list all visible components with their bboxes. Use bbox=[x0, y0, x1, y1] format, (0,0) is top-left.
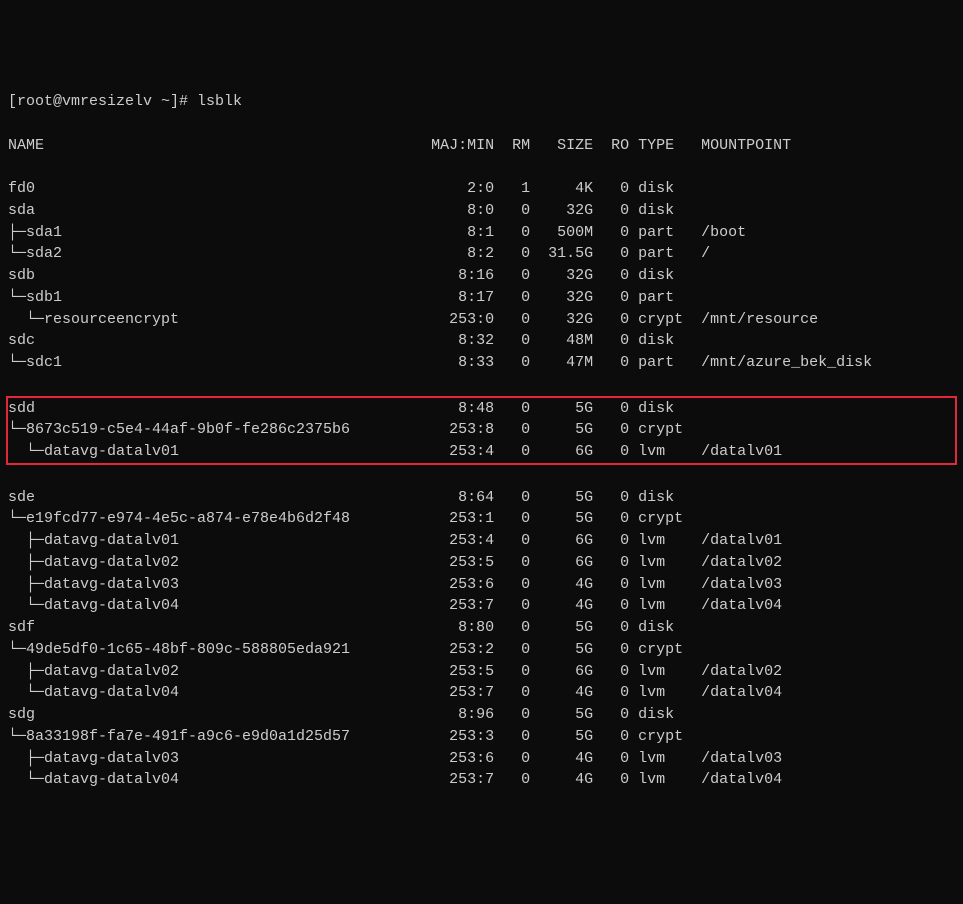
lsblk-row: ├─datavg-datalv02 253:5 0 6G 0 lvm /data… bbox=[8, 552, 955, 574]
lsblk-row: └─datavg-datalv04 253:7 0 4G 0 lvm /data… bbox=[8, 595, 955, 617]
lsblk-row: └─resourceencrypt 253:0 0 32G 0 crypt /m… bbox=[8, 309, 955, 331]
lsblk-row-highlighted: sdd 8:48 0 5G 0 disk bbox=[8, 398, 955, 420]
lsblk-row: sdc 8:32 0 48M 0 disk bbox=[8, 330, 955, 352]
prompt-line: [root@vmresizelv ~]# lsblk bbox=[8, 91, 955, 113]
lsblk-row: └─sda2 8:2 0 31.5G 0 part / bbox=[8, 243, 955, 265]
lsblk-row-highlighted: └─8673c519-c5e4-44af-9b0f-fe286c2375b6 2… bbox=[8, 419, 955, 441]
lsblk-row: └─8a33198f-fa7e-491f-a9c6-e9d0a1d25d57 2… bbox=[8, 726, 955, 748]
lsblk-row: ├─datavg-datalv02 253:5 0 6G 0 lvm /data… bbox=[8, 661, 955, 683]
lsblk-row: sdf 8:80 0 5G 0 disk bbox=[8, 617, 955, 639]
lsblk-row: └─e19fcd77-e974-4e5c-a874-e78e4b6d2f48 2… bbox=[8, 508, 955, 530]
highlighted-disk-region: sdd 8:48 0 5G 0 disk └─8673c519-c5e4-44a… bbox=[6, 396, 957, 465]
lsblk-row: ├─sda1 8:1 0 500M 0 part /boot bbox=[8, 222, 955, 244]
lsblk-row: └─datavg-datalv04 253:7 0 4G 0 lvm /data… bbox=[8, 769, 955, 791]
lsblk-row: └─sdc1 8:33 0 47M 0 part /mnt/azure_bek_… bbox=[8, 352, 955, 374]
lsblk-row-highlighted: └─datavg-datalv01 253:4 0 6G 0 lvm /data… bbox=[8, 441, 955, 463]
lsblk-row: └─datavg-datalv04 253:7 0 4G 0 lvm /data… bbox=[8, 682, 955, 704]
shell-prompt: [root@vmresizelv ~]# bbox=[8, 93, 197, 110]
lsblk-row: sda 8:0 0 32G 0 disk bbox=[8, 200, 955, 222]
lsblk-row: ├─datavg-datalv03 253:6 0 4G 0 lvm /data… bbox=[8, 574, 955, 596]
lsblk-row: sdb 8:16 0 32G 0 disk bbox=[8, 265, 955, 287]
lsblk-row: └─49de5df0-1c65-48bf-809c-588805eda921 2… bbox=[8, 639, 955, 661]
lsblk-row: sdg 8:96 0 5G 0 disk bbox=[8, 704, 955, 726]
command-text: lsblk bbox=[197, 93, 242, 110]
lsblk-row: fd0 2:0 1 4K 0 disk bbox=[8, 178, 955, 200]
table-header: NAME MAJ:MIN RM SIZE RO TYPE MOUNTPOINT bbox=[8, 135, 955, 157]
lsblk-row: └─sdb1 8:17 0 32G 0 part bbox=[8, 287, 955, 309]
lsblk-row: ├─datavg-datalv01 253:4 0 6G 0 lvm /data… bbox=[8, 530, 955, 552]
lsblk-row: sde 8:64 0 5G 0 disk bbox=[8, 487, 955, 509]
lsblk-row: ├─datavg-datalv03 253:6 0 4G 0 lvm /data… bbox=[8, 748, 955, 770]
